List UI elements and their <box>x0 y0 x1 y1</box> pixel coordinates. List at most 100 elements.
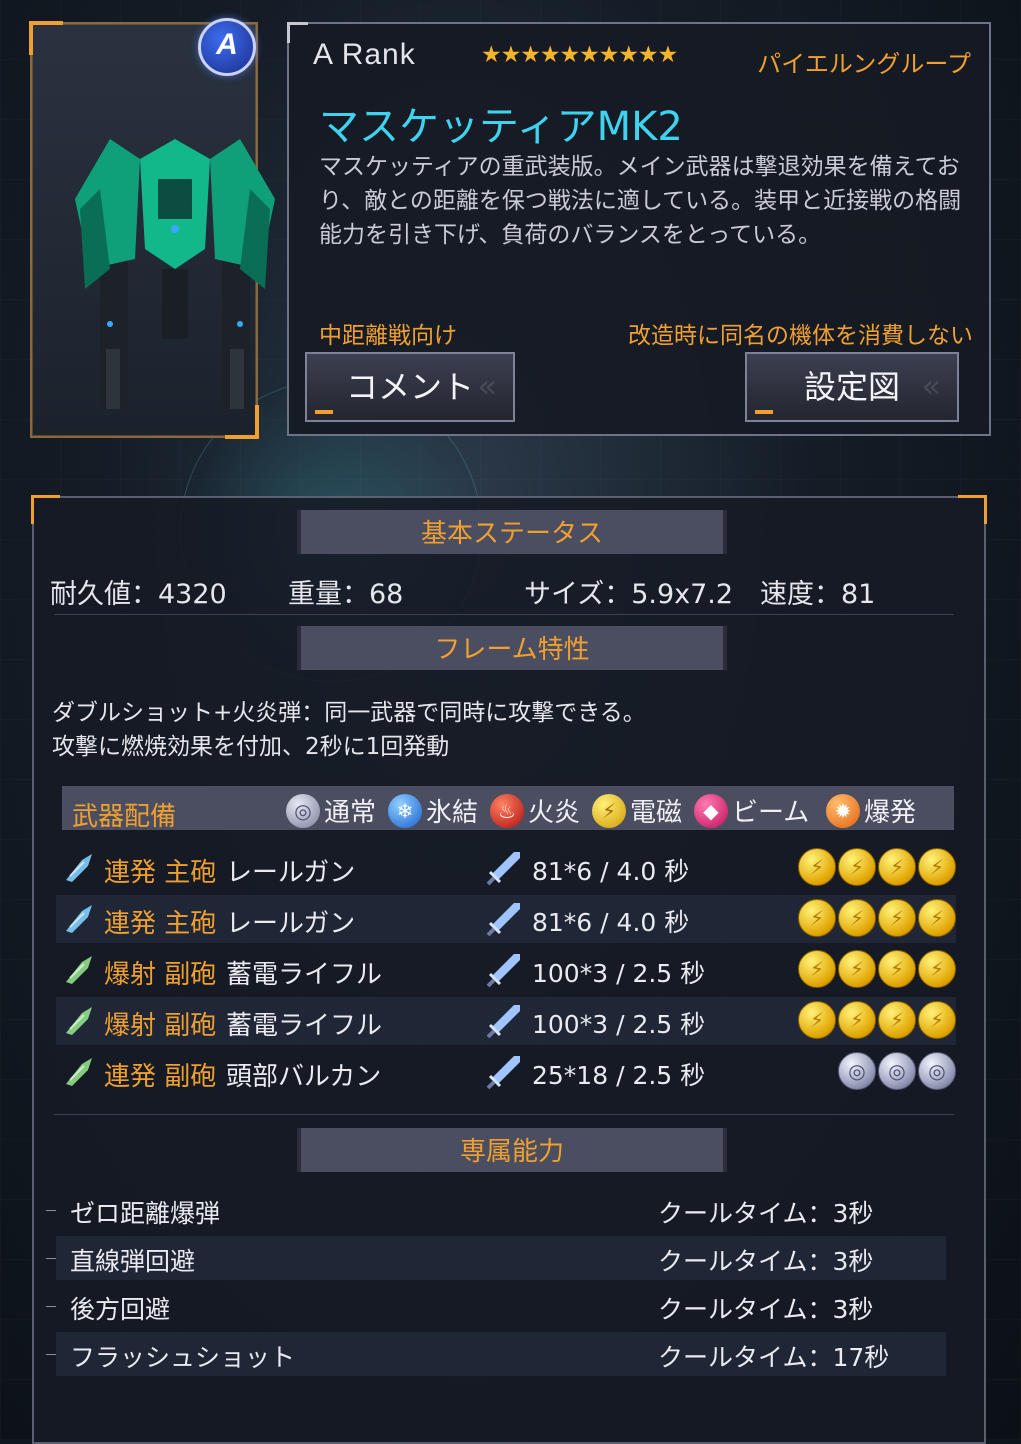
unit-portrait-frame <box>29 21 275 439</box>
tick-mark <box>46 1354 56 1355</box>
element-legend-electric: ⚡ 電磁 <box>592 792 682 829</box>
divider <box>54 614 954 615</box>
weapon-damage: 81*6 / 4.0 秒 <box>532 857 690 886</box>
element-label: 火炎 <box>528 798 581 828</box>
comment-button[interactable]: « コメント <box>305 352 515 422</box>
electric-coin-icon: ⚡ <box>918 848 956 886</box>
weapon-loadout-header: 武器配備 ◎ 通常 ❄ 氷結 ♨ 火炎 ⚡ 電磁 ◆ ビーム ✹ 爆発 <box>62 786 954 832</box>
electric-coin-icon: ⚡ <box>798 899 836 937</box>
basic-status-header: 基本ステータス <box>297 510 727 554</box>
size-stat: サイズ：5.9x7.2 <box>524 579 734 610</box>
weapon-type-icon <box>66 854 92 882</box>
upgrade-note-tag: 改造時に同名の機体を消費しない <box>628 323 973 349</box>
blueprint-button[interactable]: « 設定図 <box>745 352 959 422</box>
element-legend-beam: ◆ ビーム <box>694 792 809 829</box>
weapon-name: レールガン <box>226 909 356 939</box>
electric-coin-icon: ⚡ <box>878 899 916 937</box>
electric-coin-icon: ⚡ <box>878 848 916 886</box>
rank-badge-icon: A <box>198 18 256 76</box>
tick-mark <box>46 1258 56 1259</box>
blast-element-icon: ✹ <box>826 793 860 828</box>
element-legend-ice: ❄ 氷結 <box>388 792 478 829</box>
weapon-type-icon <box>66 956 92 984</box>
weapon-type-icon <box>66 1007 92 1035</box>
normal-coin-icon: ◎ <box>918 1052 956 1090</box>
element-coins: ⚡ ⚡ ⚡ ⚡ <box>798 899 956 937</box>
weapon-damage: 100*3 / 2.5 秒 <box>532 959 706 988</box>
comment-button-label: コメント <box>345 368 474 406</box>
ability-name: 後方回避 <box>70 1295 171 1324</box>
ability-name: ゼロ距離爆弾 <box>70 1199 221 1228</box>
element-legend-blast: ✹ 爆発 <box>826 792 916 829</box>
weapon-name: 頭部バルカン <box>226 1062 382 1092</box>
tick-mark <box>46 1210 56 1211</box>
ability-row[interactable]: フラッシュショット クールタイム：17秒 <box>46 1332 946 1376</box>
frame-corner <box>29 21 63 55</box>
unit-name: マスケッティアMK2 <box>319 104 683 150</box>
weapon-row[interactable]: 連発 副砲 頭部バルカン 25*18 / 2.5 秒 ◎ ◎ ◎ <box>56 1048 956 1096</box>
weapon-type: 連発 主砲 <box>104 909 217 939</box>
manufacturer-label: パイエルングループ <box>757 50 971 78</box>
ability-cooldown: クールタイム：3秒 <box>658 1199 874 1228</box>
fire-element-icon: ♨ <box>490 793 524 828</box>
element-label: 通常 <box>324 798 377 828</box>
chevron-decoration-icon: « <box>477 367 497 405</box>
normal-coin-icon: ◎ <box>838 1052 876 1090</box>
exclusive-ability-header: 専属能力 <box>297 1128 727 1172</box>
beam-element-icon: ◆ <box>694 793 728 828</box>
element-coins: ⚡ ⚡ ⚡ ⚡ <box>798 1001 956 1039</box>
electric-coin-icon: ⚡ <box>798 950 836 988</box>
electric-coin-icon: ⚡ <box>918 899 956 937</box>
sword-icon <box>486 903 520 937</box>
frame-corner <box>287 22 308 43</box>
weapon-damage: 81*6 / 4.0 秒 <box>532 908 690 937</box>
weapon-row[interactable]: 爆射 副砲 蓄電ライフル 100*3 / 2.5 秒 ⚡ ⚡ ⚡ ⚡ <box>56 997 956 1045</box>
unit-description: マスケッティアの重武装版。メイン武器は撃退効果を備えており、敵との距離を保つ戦法… <box>319 154 962 248</box>
electric-coin-icon: ⚡ <box>878 950 916 988</box>
electric-coin-icon: ⚡ <box>798 848 836 886</box>
weapon-type: 爆射 副砲 <box>104 960 217 990</box>
weapon-name: 蓄電ライフル <box>226 960 383 990</box>
ability-name: 直線弾回避 <box>70 1247 196 1276</box>
weapon-type: 爆射 副砲 <box>104 1011 217 1041</box>
frame-trait-description: ダブルショット+火炎弾：同一武器で同時に攻撃できる。 攻撃に燃焼効果を付加、2秒… <box>52 696 646 764</box>
normal-coin-icon: ◎ <box>878 1052 916 1090</box>
star-rating: ★★★★★★★★★★ <box>481 42 678 68</box>
blueprint-button-label: 設定図 <box>803 368 900 406</box>
electric-coin-icon: ⚡ <box>838 899 876 937</box>
weapon-row[interactable]: 連発 主砲 レールガン 81*6 / 4.0 秒 ⚡ ⚡ ⚡ ⚡ <box>56 844 956 892</box>
ability-cooldown: クールタイム：17秒 <box>658 1343 890 1372</box>
durability-stat: 耐久値：4320 <box>50 579 227 610</box>
weapon-type-icon <box>66 1058 92 1086</box>
weapon-type-icon <box>66 905 92 933</box>
role-tag: 中距離戦向け <box>319 323 457 349</box>
element-label: 氷結 <box>426 798 479 828</box>
rank-label: A Rank <box>313 38 416 71</box>
frame-corner <box>31 495 60 524</box>
button-accent <box>755 410 773 414</box>
weight-stat: 重量：68 <box>288 579 404 610</box>
weapon-damage: 100*3 / 2.5 秒 <box>532 1010 706 1039</box>
normal-element-icon: ◎ <box>286 793 320 828</box>
ability-cooldown: クールタイム：3秒 <box>658 1295 874 1324</box>
button-accent <box>315 410 333 414</box>
weapon-type: 連発 主砲 <box>104 858 217 888</box>
element-legend-fire: ♨ 火炎 <box>490 792 580 829</box>
ability-row[interactable]: ゼロ距離爆弾 クールタイム：3秒 <box>46 1188 946 1232</box>
electric-coin-icon: ⚡ <box>878 1001 916 1039</box>
divider <box>54 1114 954 1115</box>
sword-icon <box>486 1005 520 1039</box>
weapon-name: レールガン <box>226 858 356 888</box>
weapon-row[interactable]: 爆射 副砲 蓄電ライフル 100*3 / 2.5 秒 ⚡ ⚡ ⚡ ⚡ <box>56 946 956 994</box>
weapon-damage: 25*18 / 2.5 秒 <box>532 1061 706 1090</box>
stats-panel: 基本ステータス 耐久値：4320 重量：68 サイズ：5.9x7.2 速度：81… <box>31 495 987 1444</box>
electric-element-icon: ⚡ <box>592 793 626 828</box>
element-label: 爆発 <box>864 798 917 828</box>
weapon-row[interactable]: 連発 主砲 レールガン 81*6 / 4.0 秒 ⚡ ⚡ ⚡ ⚡ <box>56 895 956 943</box>
element-coins: ◎ ◎ ◎ <box>838 1052 956 1090</box>
sword-icon <box>486 954 520 988</box>
chevron-decoration-icon: « <box>921 367 941 405</box>
ability-row[interactable]: 直線弾回避 クールタイム：3秒 <box>46 1236 946 1280</box>
ability-row[interactable]: 後方回避 クールタイム：3秒 <box>46 1284 946 1328</box>
weapon-name: 蓄電ライフル <box>226 1011 383 1041</box>
